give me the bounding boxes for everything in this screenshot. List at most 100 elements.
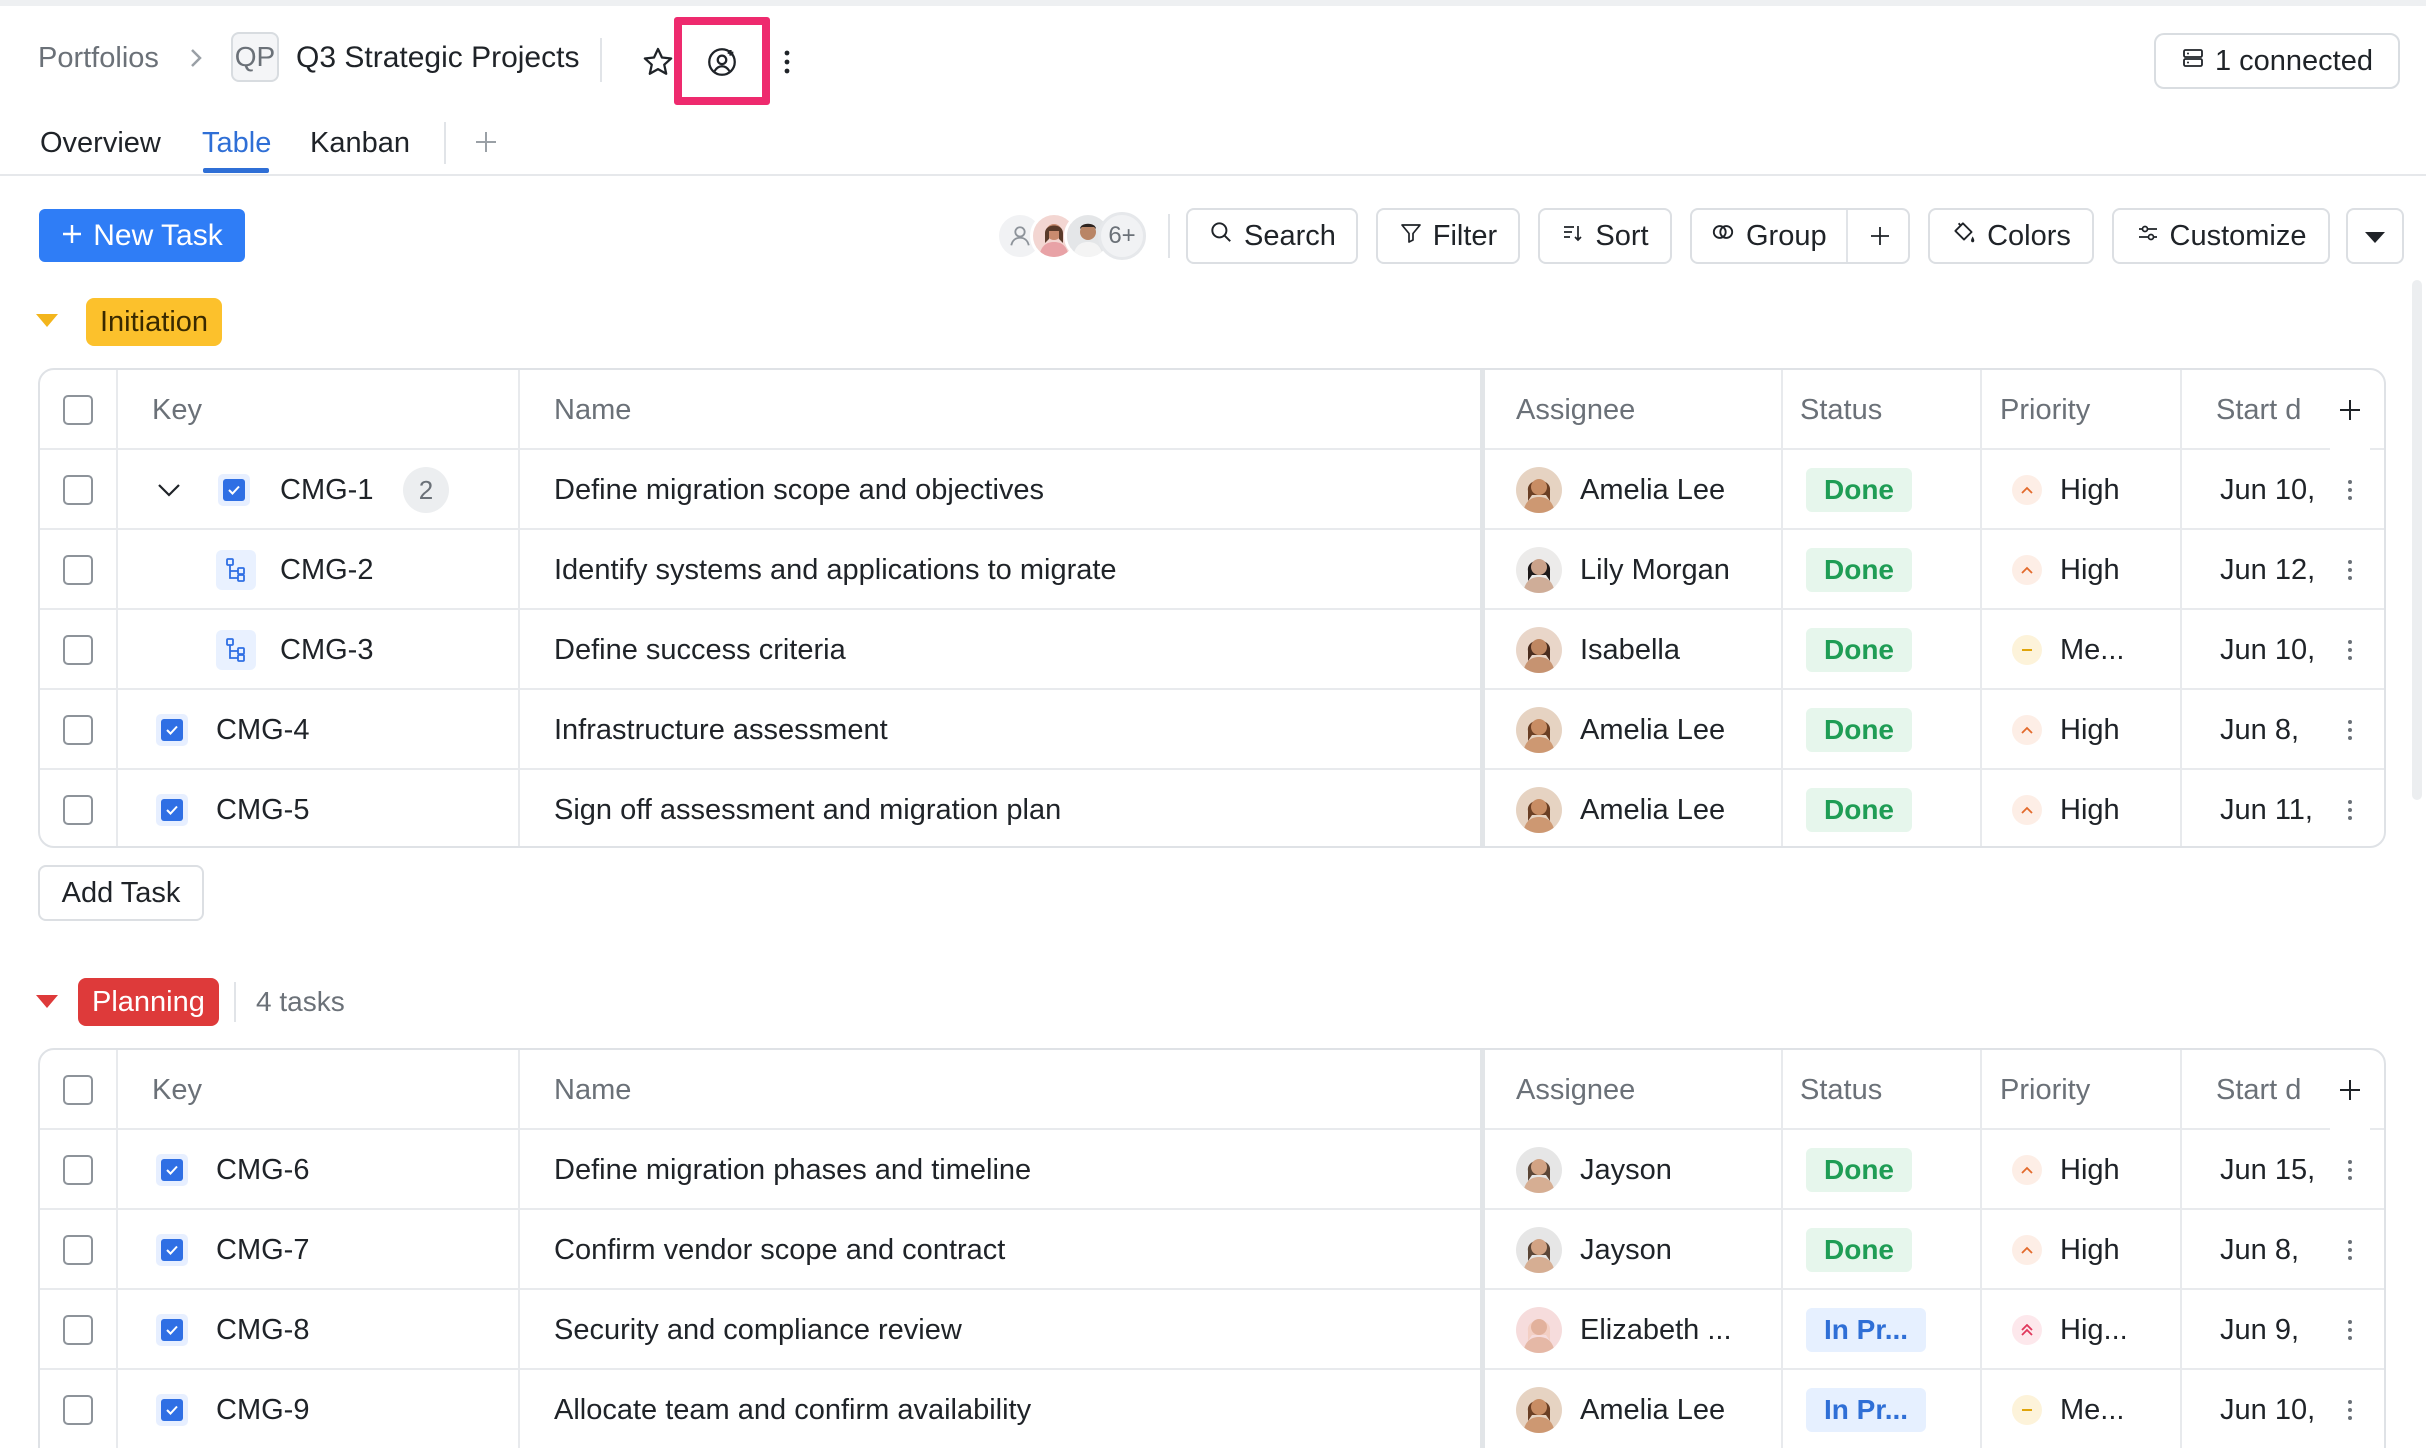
priority[interactable]: Me... [2012, 610, 2124, 690]
start-date[interactable]: Jun 8, [2220, 690, 2320, 770]
row-checkbox[interactable] [63, 530, 93, 610]
priority[interactable]: High [2012, 770, 2120, 846]
start-date[interactable]: Jun 15, [2220, 1130, 2320, 1210]
connected-button[interactable]: 1 connected [2154, 33, 2400, 89]
assignee[interactable]: Amelia Lee [1516, 450, 1725, 530]
status-badge[interactable]: Done [1806, 610, 1912, 690]
page-title[interactable]: Q3 Strategic Projects [296, 30, 579, 86]
priority[interactable]: High [2012, 530, 2120, 610]
task-key[interactable]: CMG-5 [216, 770, 309, 846]
task-key[interactable]: CMG-2 [280, 530, 373, 610]
search-button[interactable]: Search [1186, 208, 1358, 264]
task-name[interactable]: Confirm vendor scope and contract [554, 1210, 1005, 1290]
start-date[interactable]: Jun 12, [2220, 530, 2320, 610]
more-options-icon[interactable] [772, 40, 802, 84]
row-checkbox[interactable] [63, 1210, 93, 1290]
row-checkbox[interactable] [63, 1130, 93, 1210]
colors-button[interactable]: Colors [1928, 208, 2094, 264]
priority[interactable]: High [2012, 450, 2120, 530]
new-task-button[interactable]: New Task [39, 209, 245, 262]
task-name[interactable]: Define success criteria [554, 610, 846, 690]
row-checkbox[interactable] [63, 770, 93, 846]
customize-button[interactable]: Customize [2112, 208, 2330, 264]
add-view-icon[interactable] [468, 124, 504, 160]
task-key[interactable]: CMG-4 [216, 690, 309, 770]
assignee[interactable]: Jayson [1516, 1130, 1672, 1210]
toolbar-dropdown-button[interactable] [2346, 208, 2404, 264]
add-column-icon[interactable] [2330, 370, 2370, 450]
task-name[interactable]: Identify systems and applications to mig… [554, 530, 1117, 610]
task-key[interactable]: CMG-6 [216, 1130, 309, 1210]
row-checkbox[interactable] [63, 610, 93, 690]
table-row[interactable]: CMG-4 Infrastructure assessment Amelia Lee… [40, 690, 2384, 770]
start-date[interactable]: Jun 9, [2220, 1290, 2320, 1370]
column-header-priority[interactable]: Priority [2000, 370, 2090, 450]
status-badge[interactable]: In Pr... [1806, 1370, 1927, 1448]
row-more-icon[interactable] [2340, 610, 2360, 690]
group-label-planning[interactable]: Planning [78, 978, 219, 1026]
assignee[interactable]: Elizabeth ... [1516, 1290, 1732, 1370]
member-avatars[interactable]: 6+ [996, 208, 1146, 264]
assignee[interactable]: Amelia Lee [1516, 690, 1725, 770]
status-badge[interactable]: In Pr... [1806, 1290, 1927, 1370]
priority[interactable]: Hig... [2012, 1290, 2128, 1370]
status-badge[interactable]: Done [1806, 1210, 1912, 1290]
status-badge[interactable]: Done [1806, 450, 1912, 530]
select-all-checkbox[interactable] [63, 370, 93, 450]
filter-button[interactable]: Filter [1376, 208, 1520, 264]
add-task-button[interactable]: Add Task [38, 865, 204, 921]
column-header-name[interactable]: Name [554, 370, 631, 450]
task-key[interactable]: CMG-9 [216, 1370, 309, 1448]
row-checkbox[interactable] [63, 1370, 93, 1448]
row-more-icon[interactable] [2340, 1370, 2360, 1448]
row-more-icon[interactable] [2340, 770, 2360, 846]
row-checkbox[interactable] [63, 1290, 93, 1370]
priority[interactable]: High [2012, 1130, 2120, 1210]
status-badge[interactable]: Done [1806, 530, 1912, 610]
row-more-icon[interactable] [2340, 450, 2360, 530]
priority[interactable]: High [2012, 690, 2120, 770]
column-header-name[interactable]: Name [554, 1050, 631, 1130]
select-all-checkbox[interactable] [63, 1050, 93, 1130]
start-date[interactable]: Jun 8, [2220, 1210, 2320, 1290]
row-more-icon[interactable] [2340, 1210, 2360, 1290]
row-more-icon[interactable] [2340, 1130, 2360, 1210]
column-header-status[interactable]: Status [1800, 370, 1882, 450]
status-badge[interactable]: Done [1806, 1130, 1912, 1210]
task-name[interactable]: Sign off assessment and migration plan [554, 770, 1061, 846]
row-checkbox[interactable] [63, 690, 93, 770]
table-row[interactable]: CMG-5 Sign off assessment and migration p… [40, 770, 2384, 846]
row-more-icon[interactable] [2340, 690, 2360, 770]
status-badge[interactable]: Done [1806, 770, 1912, 846]
column-header-priority[interactable]: Priority [2000, 1050, 2090, 1130]
table-row[interactable]: CMG-1 2 Define migration scope and objecti… [40, 450, 2384, 530]
column-header-assignee[interactable]: Assignee [1516, 1050, 1635, 1130]
add-column-icon[interactable] [2330, 1050, 2370, 1130]
add-group-icon[interactable] [1860, 214, 1900, 258]
task-key[interactable]: CMG-7 [216, 1210, 309, 1290]
tab-table[interactable]: Table [202, 118, 271, 168]
start-date[interactable]: Jun 10, [2220, 1370, 2320, 1448]
column-header-key[interactable]: Key [152, 1050, 202, 1130]
row-checkbox[interactable] [63, 450, 93, 530]
tab-kanban[interactable]: Kanban [310, 118, 410, 168]
assignee[interactable]: Isabella [1516, 610, 1680, 690]
task-key[interactable]: CMG-3 [280, 610, 373, 690]
tab-overview[interactable]: Overview [40, 118, 161, 168]
assignee[interactable]: Amelia Lee [1516, 770, 1725, 846]
table-row[interactable]: CMG-9 Allocate team and confirm availabil… [40, 1370, 2384, 1448]
column-header-start-date[interactable]: Start d [2216, 1050, 2301, 1130]
start-date[interactable]: Jun 11, [2220, 770, 2320, 846]
priority[interactable]: Me... [2012, 1370, 2124, 1448]
table-row[interactable]: CMG-3 Define success criteria Isabella Done… [40, 610, 2384, 690]
assignee[interactable]: Lily Morgan [1516, 530, 1730, 610]
task-name[interactable]: Allocate team and confirm availability [554, 1370, 1031, 1448]
task-name[interactable]: Security and compliance review [554, 1290, 962, 1370]
expand-chevron-icon[interactable] [156, 450, 182, 530]
scrollbar[interactable] [2412, 280, 2422, 800]
sort-button[interactable]: Sort [1538, 208, 1672, 264]
column-header-start-date[interactable]: Start d [2216, 370, 2301, 450]
priority[interactable]: High [2012, 1210, 2120, 1290]
collapse-caret-icon[interactable] [36, 314, 58, 327]
column-header-assignee[interactable]: Assignee [1516, 370, 1635, 450]
